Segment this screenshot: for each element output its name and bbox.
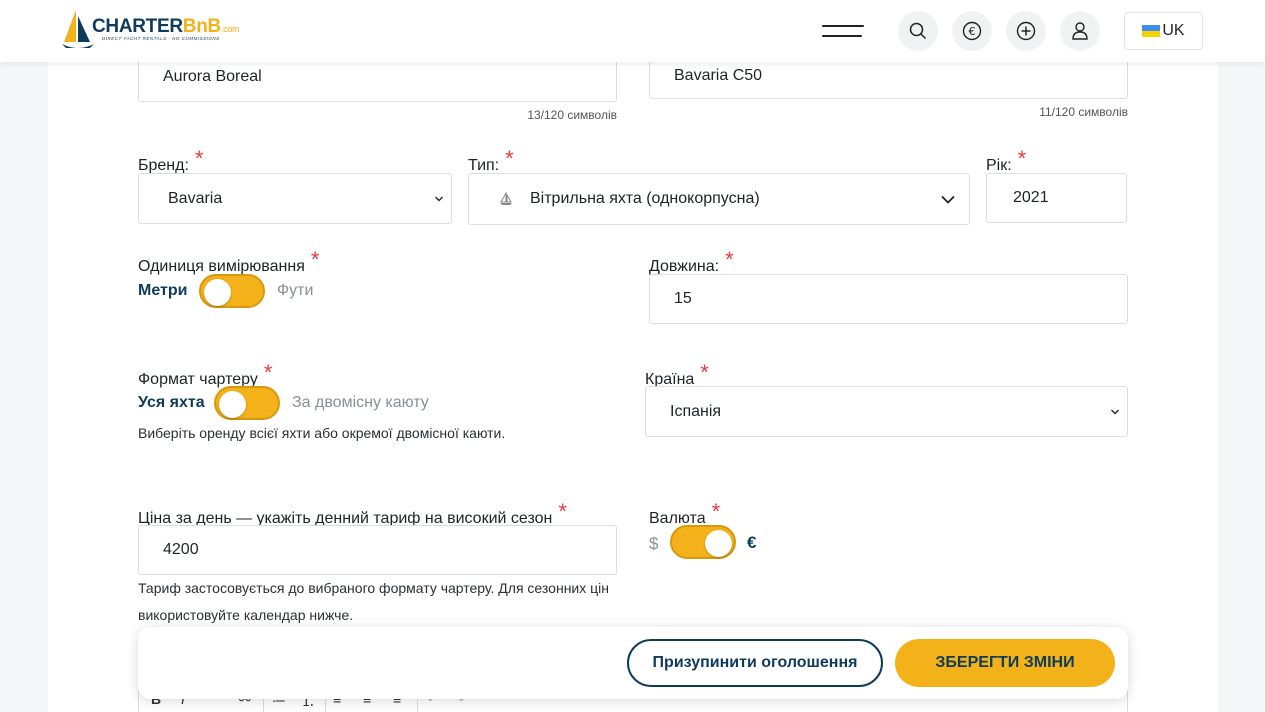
pause-listing-button[interactable]: Призупинити оголошення (627, 639, 883, 687)
currency-option-usd[interactable]: $ (649, 534, 658, 554)
toggle-knob (204, 279, 231, 306)
user-icon (1072, 22, 1088, 40)
chevron-down-icon (1111, 409, 1119, 414)
type-select[interactable]: Вітрильна яхта (однокорпусна) (468, 173, 970, 225)
svg-text:€: € (969, 25, 976, 38)
save-changes-button[interactable]: ЗБЕРЕГТИ ЗМІНИ (895, 639, 1115, 687)
price-input[interactable]: 4200 (138, 525, 617, 575)
logo-tagline: DIRECT YACHT RENTALS - NO COMMISSIONS (102, 36, 220, 41)
toggle-knob (705, 530, 732, 557)
add-listing-button[interactable] (1006, 11, 1046, 51)
yacht-name-value: Aurora Boreal (163, 68, 262, 85)
length-input[interactable]: 15 (649, 274, 1128, 324)
sailboat-logo-icon (62, 10, 94, 48)
unit-option-feet[interactable]: Фути (277, 282, 313, 300)
currency-toggle[interactable] (670, 525, 736, 559)
currency-button[interactable]: € (952, 11, 992, 51)
length-value: 15 (674, 290, 692, 307)
yacht-name-counter: 13/120 символів (527, 108, 617, 122)
chevron-down-icon (435, 196, 443, 201)
year-input[interactable]: 2021 (986, 173, 1127, 223)
toggle-knob (219, 391, 246, 418)
logo-wordmark: CHARTERBnB.com (92, 16, 240, 37)
charter-format-hint: Виберіть оренду всієї яхти або окремої д… (138, 425, 506, 441)
charter-option-whole-yacht[interactable]: Уся яхта (138, 394, 205, 412)
unit-option-meters[interactable]: Метри (138, 282, 187, 300)
euro-icon: € (962, 21, 982, 41)
country-value: Іспанія (670, 402, 722, 420)
language-label: UK (1162, 22, 1185, 39)
yacht-model-counter: 11/120 символів (1039, 105, 1128, 119)
brand-value: Bavaria (168, 189, 223, 207)
year-value: 2021 (1013, 189, 1049, 206)
ukraine-flag-icon (1142, 25, 1161, 37)
account-button[interactable] (1060, 11, 1100, 51)
unit-toggle[interactable] (199, 274, 265, 308)
price-hint: Тариф застосовується до вибраного формат… (138, 580, 609, 623)
country-select[interactable]: Іспанія (645, 386, 1128, 437)
add-icon (1016, 21, 1036, 41)
charter-option-cabin[interactable]: За двомісну каюту (292, 394, 429, 412)
yacht-model-value: Bavaria C50 (674, 66, 763, 84)
sailboat-icon (500, 192, 512, 205)
menu-icon[interactable] (822, 24, 864, 40)
chevron-down-icon (941, 195, 955, 204)
search-icon (909, 22, 927, 40)
type-value: Вітрильна яхта (однокорпусна) (530, 190, 760, 207)
brand-select[interactable]: Bavaria (138, 173, 452, 224)
charter-format-toggle[interactable] (214, 386, 280, 420)
search-button[interactable] (898, 11, 938, 51)
sticky-action-bar: Призупинити оголошення ЗБЕРЕГТИ ЗМІНИ (138, 627, 1128, 699)
language-selector[interactable]: UK (1124, 12, 1203, 50)
currency-option-eur[interactable]: € (747, 533, 756, 553)
price-value: 4200 (163, 541, 199, 558)
site-logo[interactable]: CHARTERBnB.com DIRECT YACHT RENTALS - NO… (62, 8, 252, 52)
top-navbar: CHARTERBnB.com DIRECT YACHT RENTALS - NO… (0, 0, 1265, 62)
